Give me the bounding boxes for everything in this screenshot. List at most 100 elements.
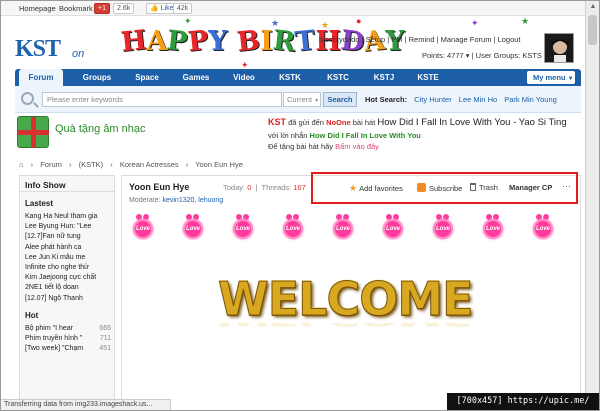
breadcrumb-item[interactable]: Korean Actresses bbox=[120, 160, 179, 169]
my-menu-label: My menu bbox=[533, 73, 566, 82]
love-sticker-icon: Love bbox=[429, 214, 457, 242]
gift-click-link[interactable]: Bấm vào đây bbox=[335, 142, 379, 151]
breadcrumb-item[interactable]: (KSTK) bbox=[79, 160, 104, 169]
search-input[interactable]: Please enter keywords bbox=[42, 92, 282, 107]
gplus-count: 2.6k bbox=[113, 3, 135, 14]
user-points: Points: 4777 ▾ | User Groups: KSTS bbox=[422, 51, 542, 60]
love-sticker-row: Love Love Love Love Love Love Love Love Love bbox=[129, 214, 569, 244]
list-item[interactable]: Infinite cho nghe thử bbox=[20, 263, 114, 273]
music-gift-banner: Quà tặng âm nhạc KST đã gửi đến NoOne bà… bbox=[15, 114, 581, 156]
hot-title: Bộ phim "I hear bbox=[25, 324, 74, 332]
love-sticker-icon: Love bbox=[229, 214, 257, 242]
nav-kstk[interactable]: KSTK bbox=[275, 69, 305, 86]
moderate-label: Moderate: bbox=[129, 197, 161, 204]
love-sticker-icon: Love bbox=[129, 214, 157, 242]
list-item[interactable]: [12.7]Fan nữ tung bbox=[20, 232, 114, 242]
nav-kste[interactable]: KSTE bbox=[413, 69, 443, 86]
hot-search-item[interactable]: Lee Min Ho bbox=[459, 95, 497, 104]
hot-title: Phim truyền hình " bbox=[25, 334, 83, 342]
list-item[interactable]: Kim Jaejoong cực chất bbox=[20, 273, 114, 283]
gift-line-3: Để tặng bài hát hãy Bấm vào đây bbox=[268, 142, 379, 151]
gift-song[interactable]: How Did I Fall In Love With You - Yao Si… bbox=[377, 117, 566, 128]
hot-search-item[interactable]: Park Min Young bbox=[504, 95, 557, 104]
music-gift-title[interactable]: Quà tặng âm nhạc bbox=[55, 123, 146, 135]
breadcrumb-sep: › bbox=[30, 160, 34, 169]
search-scope-label: Current bbox=[287, 95, 313, 104]
search-scope-select[interactable]: Current ▼ bbox=[283, 92, 321, 107]
user-links[interactable]: blochtydado | Setup | PM | Remind | Mana… bbox=[319, 35, 521, 44]
nav-groups[interactable]: Groups bbox=[77, 69, 117, 86]
star-icon: ✦ bbox=[184, 16, 192, 26]
gift-text: bài hát bbox=[352, 118, 376, 127]
like-count: 42k bbox=[173, 3, 193, 14]
nav-kstc[interactable]: KSTC bbox=[323, 69, 353, 86]
home-icon[interactable]: ⌂ bbox=[19, 160, 24, 169]
banner-letter bbox=[227, 49, 237, 50]
top-bar: Homepage Bookmark +1 2.6k 👍 Like 42k bbox=[1, 1, 586, 16]
breadcrumb-sep: › bbox=[68, 160, 72, 169]
nav-space[interactable]: Space bbox=[131, 69, 163, 86]
breadcrumb: ⌂ › Forum › (KSTK) › Korean Actresses › … bbox=[15, 157, 581, 172]
love-sticker-icon: Love bbox=[179, 214, 207, 242]
latest-heading: Lastest bbox=[25, 199, 54, 208]
subscribe-button[interactable]: Subscribe bbox=[417, 183, 462, 193]
search-button[interactable]: Search bbox=[323, 92, 357, 107]
subscribe-label: Subscribe bbox=[429, 184, 463, 193]
bookmark-link[interactable]: Bookmark bbox=[59, 4, 93, 13]
kst-label: KST bbox=[268, 117, 286, 127]
list-item[interactable]: [12.07] Ngô Thanh bbox=[20, 294, 114, 304]
list-item[interactable]: Lee Jun Ki mẫu me bbox=[20, 253, 114, 263]
site-logo[interactable]: KST bbox=[15, 36, 61, 63]
sidebar-title: Info Show bbox=[20, 176, 114, 192]
gift-sender[interactable]: NoOne bbox=[326, 118, 351, 127]
trash-button[interactable]: Trash bbox=[470, 183, 498, 192]
add-favorites-label: Add favorites bbox=[359, 184, 403, 193]
star-icon: ✦ bbox=[471, 18, 479, 28]
banner-letter: H bbox=[119, 24, 149, 59]
list-item[interactable]: Bộ phim "I hear 665 bbox=[20, 324, 114, 334]
hot-heading: Hot bbox=[25, 310, 39, 320]
gift-message: How Did I Fall In Love With You bbox=[309, 131, 421, 140]
list-item[interactable]: Phim truyền hình " 711 bbox=[20, 334, 114, 344]
breadcrumb-item[interactable]: Forum bbox=[40, 160, 62, 169]
chevron-down-icon: ▼ bbox=[567, 76, 574, 82]
love-sticker-icon: Love bbox=[379, 214, 407, 242]
scroll-thumb[interactable] bbox=[588, 15, 597, 45]
my-menu-button[interactable]: My menu ▼ bbox=[527, 71, 575, 84]
chevron-down-icon: ▼ bbox=[314, 98, 320, 104]
trash-label: Trash bbox=[479, 183, 498, 192]
nav-games[interactable]: Games bbox=[178, 69, 214, 86]
homepage-link[interactable]: Homepage bbox=[19, 4, 56, 13]
today-label: Today: bbox=[223, 183, 246, 192]
love-label: Love bbox=[435, 226, 450, 232]
moderator-names[interactable]: kevin1320, lehuong bbox=[162, 197, 223, 204]
manager-cp-button[interactable]: Manager CP bbox=[509, 183, 552, 192]
gplus-button[interactable]: +1 bbox=[94, 3, 110, 14]
love-label: Love bbox=[385, 226, 400, 232]
list-item[interactable]: 2NE1 tiết lộ doan bbox=[20, 283, 114, 293]
list-item[interactable]: Kang Ha Neul tham gia bbox=[20, 212, 114, 222]
avatar[interactable] bbox=[544, 33, 574, 63]
breadcrumb-sep: › bbox=[110, 160, 113, 169]
gift-text: với lời nhắn bbox=[268, 131, 308, 140]
forum-main: Yoon Eun Hye Today: 0 | Threads: 167 Mod… bbox=[121, 172, 581, 410]
list-item[interactable]: [Two week] "Chạm 451 bbox=[20, 344, 114, 354]
hot-search-label: Hot Search: bbox=[365, 95, 408, 104]
nav-kstj[interactable]: KSTJ bbox=[369, 69, 399, 86]
more-icon[interactable]: ··· bbox=[562, 181, 571, 191]
gift-icon bbox=[17, 116, 49, 148]
hot-search-item[interactable]: City Hunter bbox=[414, 95, 452, 104]
nav-video[interactable]: Video bbox=[229, 69, 259, 86]
banner-letter: T bbox=[293, 25, 317, 58]
nav-forum[interactable]: Forum bbox=[19, 69, 63, 86]
scroll-up-icon[interactable]: ▲ bbox=[588, 2, 598, 12]
breadcrumb-item[interactable]: Yoon Eun Hye bbox=[195, 160, 243, 169]
forum-stats: Today: 0 | Threads: 167 bbox=[223, 183, 306, 192]
browser-frame: Homepage Bookmark +1 2.6k 👍 Like 42k KST… bbox=[0, 0, 600, 411]
list-item[interactable]: Lee Byung Hun: "Lee bbox=[20, 222, 114, 232]
scrollbar[interactable]: ▲ ▼ bbox=[585, 1, 599, 410]
gift-text: đã gửi đến bbox=[288, 118, 324, 127]
add-favorites-button[interactable]: ★ Add favorites bbox=[349, 183, 403, 194]
list-item[interactable]: Alee phát hành ca bbox=[20, 243, 114, 253]
threads-label: Threads: bbox=[261, 183, 292, 192]
